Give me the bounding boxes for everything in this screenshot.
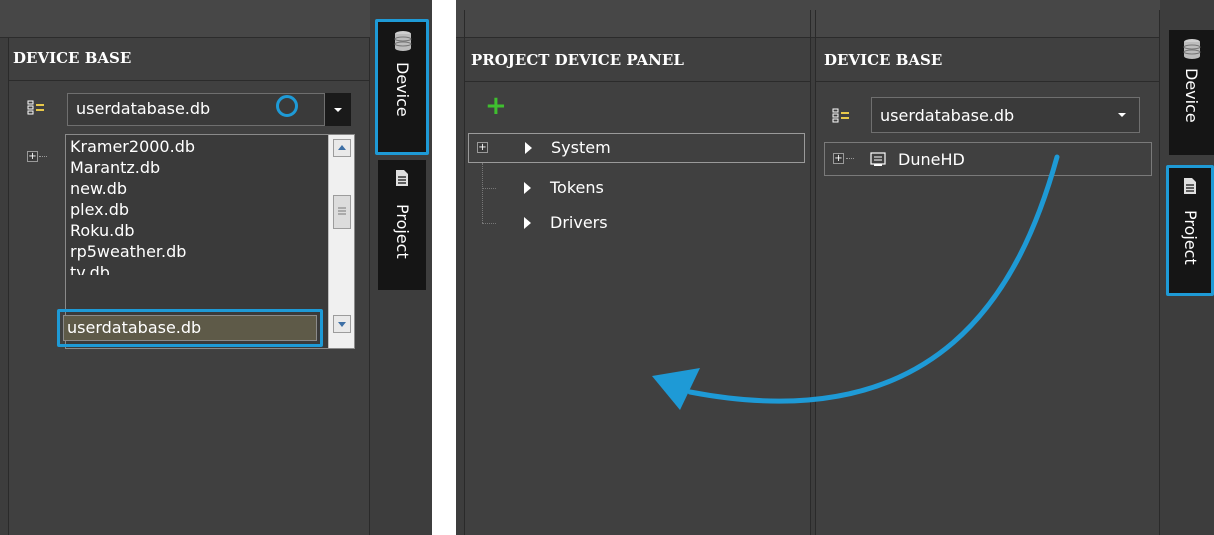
drag-arrow	[652, 154, 1060, 410]
